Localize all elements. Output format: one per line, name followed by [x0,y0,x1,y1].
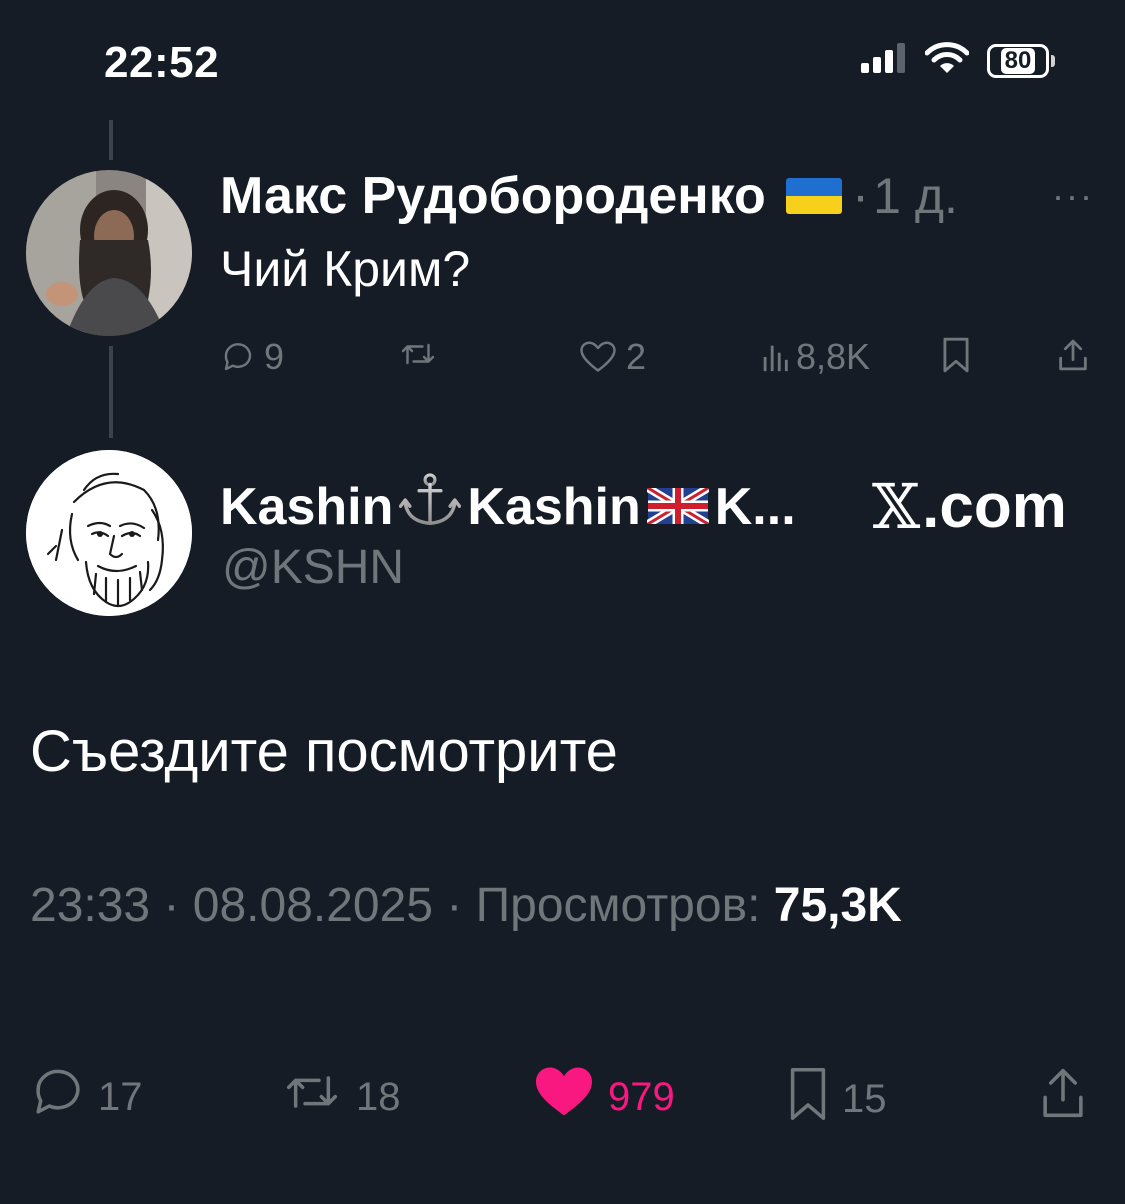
meta-separator: · [851,167,870,225]
share-button[interactable] [1038,1064,1088,1132]
parent-tweet-actions: 9 2 8,8K [220,336,1096,386]
bookmark-icon [940,336,972,374]
parent-author-name[interactable]: Макс Рудобороденко [220,166,766,226]
main-tweet-timestamp[interactable]: 23:33 · 08.08.2025 · Просмотров: [30,879,760,932]
thread-line-top [109,120,113,160]
x-com-watermark: 𝕏 .com [872,470,1067,543]
main-tweet-views[interactable]: 75,3K [774,879,902,932]
more-options-icon[interactable]: ··· [1052,175,1094,217]
author-name-part3: K... [714,477,796,536]
heart-filled-icon [532,1064,596,1130]
bookmark-button[interactable]: 15 [786,1064,887,1134]
parent-share-button[interactable] [1056,336,1090,374]
battery-level: 80 [1000,47,1036,74]
x-logo-icon: 𝕏 [872,470,921,543]
thread-line-bottom [109,346,113,438]
main-tweet-text: Съездите посмотрите [30,719,618,784]
parent-like-count: 2 [626,336,647,377]
anchor-icon [399,472,462,541]
signal-icon [861,43,907,78]
parent-bookmark-button[interactable] [940,336,972,374]
main-tweet-meta: 23:33 · 08.08.2025 · Просмотров: 75,3K [30,878,902,933]
parent-tweet-text: Чий Крим? [220,241,471,297]
avatar-kashin[interactable] [26,450,192,616]
author-name-part1: Kashin [220,477,394,536]
retweet-count: 18 [356,1074,401,1119]
parent-views-button[interactable]: 8,8K [762,336,870,378]
heart-outline-icon [578,339,618,375]
ukraine-flag-icon [785,178,842,214]
parent-tweet-header: Макс Рудобороденко · 1 д. ··· [220,166,1100,226]
parent-tweet-age[interactable]: 1 д. [873,167,958,225]
avatar-max[interactable] [26,170,192,336]
like-count: 979 [608,1074,675,1119]
parent-views-count: 8,8K [796,336,871,377]
uk-flag-icon [645,477,710,537]
reply-icon [30,1064,86,1130]
parent-reply-count: 9 [264,336,285,377]
main-tweet-actions: 17 18 979 15 [30,1064,1095,1124]
like-button[interactable]: 979 [532,1064,675,1130]
retweet-icon [280,1064,344,1130]
retweet-button[interactable]: 18 [280,1064,401,1130]
reply-icon [220,339,256,375]
views-icon [762,340,788,374]
share-icon [1038,1064,1088,1132]
author-name-part2: Kashin [467,477,641,536]
share-icon [1056,336,1090,374]
bookmark-count: 15 [842,1076,887,1121]
reply-button[interactable]: 17 [30,1064,143,1130]
main-author-handle[interactable]: @KSHN [222,540,404,595]
status-time: 22:52 [104,38,220,87]
status-icons: 80 [861,42,1055,79]
main-author-name[interactable]: Kashin Kashin K... [220,472,796,541]
battery-icon: 80 [987,43,1055,78]
retweet-icon [398,336,438,372]
watermark-domain: .com [922,472,1067,541]
bookmark-icon [786,1064,830,1134]
parent-retweet-button[interactable] [398,336,446,372]
reply-count: 17 [98,1074,143,1119]
main-tweet-header: Kashin Kashin K... [220,472,796,541]
parent-like-button[interactable]: 2 [578,336,646,378]
wifi-icon [924,42,970,79]
parent-reply-button[interactable]: 9 [220,336,284,378]
tweet-detail-screen: 22:52 80 Макс Рудобороденко · 1 д. ··· Ч… [0,0,1125,1204]
